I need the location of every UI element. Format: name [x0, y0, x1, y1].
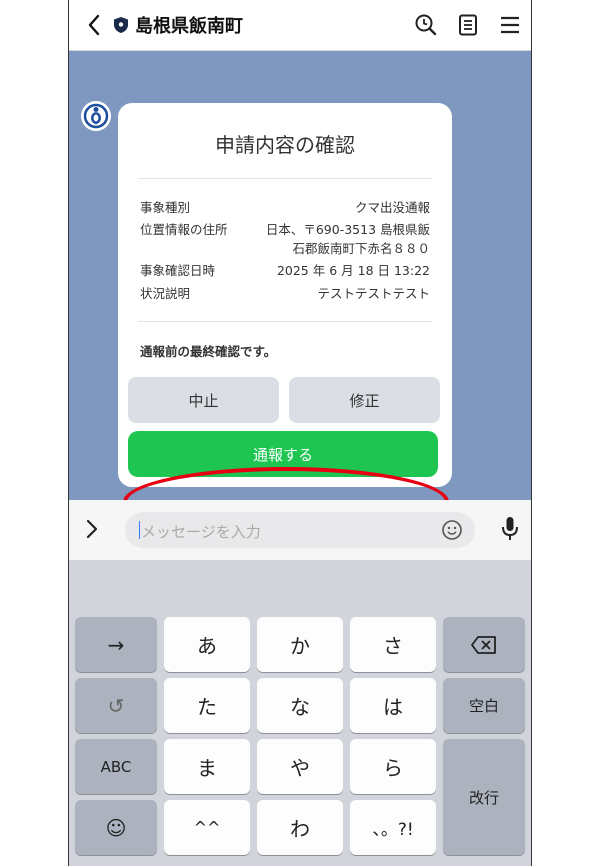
key-undo[interactable]: ↺ — [75, 678, 157, 733]
key-space[interactable]: 空白 — [443, 678, 525, 733]
key-ra[interactable]: ら — [350, 739, 436, 794]
chevron-right-icon — [86, 519, 98, 539]
official-account-avatar[interactable] — [81, 101, 111, 131]
detail-row-event-type: 事象種別 クマ出没通報 — [140, 198, 430, 218]
confirmation-card: 申請内容の確認 事象種別 クマ出没通報 位置情報の住所 日本、〒690-3513… — [118, 103, 452, 487]
final-confirmation-note: 通報前の最終確認です。 — [140, 344, 277, 359]
town-logo-icon — [83, 103, 109, 129]
details-list: 事象種別 クマ出没通報 位置情報の住所 日本、〒690-3513 島根県飯 石郡… — [140, 198, 430, 304]
key-wa[interactable]: わ — [257, 800, 343, 855]
address-line-1: 日本、〒690-3513 島根県飯 — [265, 222, 430, 237]
backspace-icon — [471, 635, 496, 654]
address-line-2: 石郡飯南町下赤名８８０ — [292, 241, 430, 256]
message-input-bar: メッセージを入力 — [69, 500, 531, 560]
chat-area[interactable]: 申請内容の確認 事象種別 クマ出没通報 位置情報の住所 日本、〒690-3513… — [69, 51, 531, 547]
key-na[interactable]: な — [257, 678, 343, 733]
japanese-keyboard: → あ か さ ↺ た な は 空白 ABC ま や ら 改行 ☺ ^^ わ 、… — [69, 560, 531, 866]
search-clock-icon — [415, 14, 437, 36]
message-input[interactable]: メッセージを入力 — [125, 512, 475, 548]
detail-value: テストテストテスト — [317, 286, 430, 301]
detail-row-datetime: 事象確認日時 2025 年 6 月 18 日 13:22 — [140, 261, 430, 281]
key-a[interactable]: あ — [164, 617, 250, 672]
detail-value: 2025 年 6 月 18 日 13:22 — [276, 263, 430, 278]
key-emoji[interactable]: ☺ — [75, 800, 157, 855]
key-ka[interactable]: か — [257, 617, 343, 672]
divider — [138, 178, 432, 179]
emoji-button[interactable] — [441, 519, 463, 545]
back-button[interactable] — [75, 0, 113, 50]
detail-row-description: 状況説明 テストテストテスト — [140, 284, 430, 304]
key-ta[interactable]: た — [164, 678, 250, 733]
detail-label: 事象種別 — [140, 200, 191, 215]
search-history-button[interactable] — [405, 0, 447, 50]
detail-row-address: 位置情報の住所 日本、〒690-3513 島根県飯 石郡飯南町下赤名８８０ — [140, 220, 430, 258]
detail-value: 日本、〒690-3513 島根県飯 石郡飯南町下赤名８８０ — [266, 220, 430, 258]
key-abc[interactable]: ABC — [75, 739, 157, 794]
edit-button[interactable]: 修正 — [289, 377, 440, 423]
key-return[interactable]: 改行 — [443, 739, 525, 855]
notes-button[interactable] — [447, 0, 489, 50]
cancel-button[interactable]: 中止 — [128, 377, 279, 423]
voice-input-button[interactable] — [501, 516, 519, 546]
key-ya[interactable]: や — [257, 739, 343, 794]
app-header: 島根県飯南町 — [69, 0, 531, 51]
key-delete[interactable] — [443, 617, 525, 672]
microphone-icon — [502, 517, 518, 540]
divider — [138, 321, 432, 322]
chat-title-area: 島根県飯南町 — [113, 12, 405, 38]
menu-icon — [501, 16, 519, 34]
detail-label: 状況説明 — [140, 286, 191, 301]
key-sa[interactable]: さ — [350, 617, 436, 672]
phone-screen: 島根県飯南町 申請内容の確認 事象種別 クマ出没通報 位置情報の住所 日本、〒6… — [68, 0, 532, 866]
key-ma[interactable]: ま — [164, 739, 250, 794]
notes-icon — [459, 14, 477, 36]
shield-icon — [114, 17, 128, 33]
detail-label: 事象確認日時 — [140, 263, 216, 278]
detail-label: 位置情報の住所 — [140, 222, 228, 237]
text-cursor — [139, 521, 140, 539]
chevron-left-icon — [88, 14, 100, 36]
emoji-icon — [442, 520, 462, 540]
key-kaomoji[interactable]: ^^ — [164, 800, 250, 855]
chat-title: 島根県飯南町 — [135, 16, 243, 37]
detail-value: クマ出没通報 — [354, 200, 430, 215]
card-title: 申請内容の確認 — [215, 133, 355, 157]
expand-button[interactable] — [85, 518, 99, 544]
key-punctuation[interactable]: 、。?! — [350, 800, 436, 855]
input-placeholder: メッセージを入力 — [141, 523, 261, 541]
menu-button[interactable] — [489, 0, 531, 50]
key-ha[interactable]: は — [350, 678, 436, 733]
key-next[interactable]: → — [75, 617, 157, 672]
